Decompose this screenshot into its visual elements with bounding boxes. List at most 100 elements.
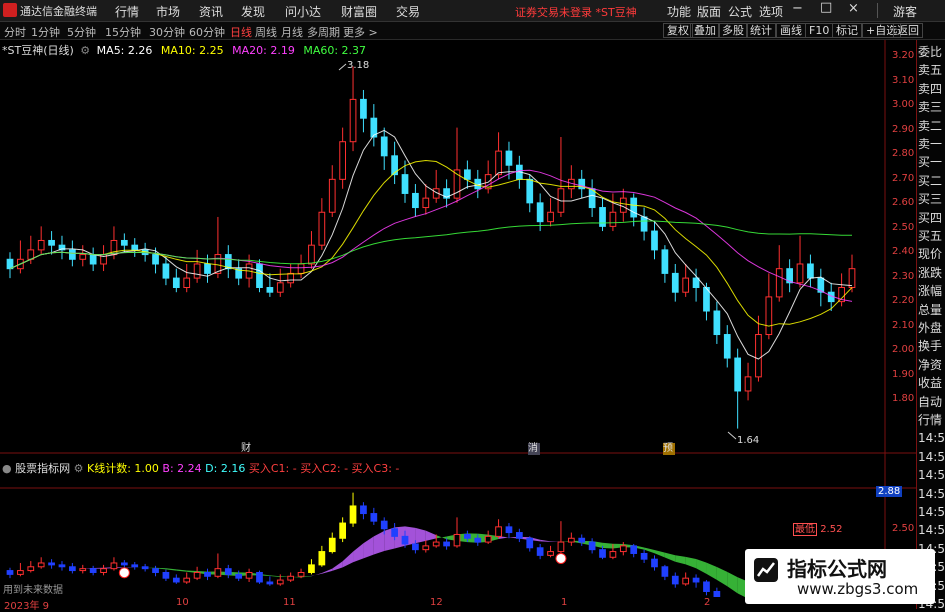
candle-body[interactable] xyxy=(413,193,419,207)
tool-multi-stock[interactable]: 多股 xyxy=(718,23,748,38)
menu-layout[interactable]: 版面 xyxy=(697,3,721,20)
candle-body[interactable] xyxy=(340,142,346,180)
candle-body[interactable] xyxy=(672,273,678,292)
period-weekly[interactable]: 周线 xyxy=(255,24,277,40)
right-panel-item[interactable]: 买五 xyxy=(918,229,945,244)
right-panel-item[interactable]: 14:5 xyxy=(918,505,945,520)
indicator-toggle-icon[interactable]: ● xyxy=(2,462,12,475)
candle-body[interactable] xyxy=(121,240,127,245)
right-panel-item[interactable]: 现价 xyxy=(918,247,945,262)
candle-body[interactable] xyxy=(600,208,606,227)
indicator-gear-icon[interactable]: ⚙ xyxy=(74,462,84,475)
candle-body[interactable] xyxy=(267,288,273,293)
right-panel-item[interactable]: 买四 xyxy=(918,211,945,226)
candle-body[interactable] xyxy=(288,273,294,282)
candle-body[interactable] xyxy=(641,217,647,231)
tool-draw[interactable]: 画线 xyxy=(776,23,806,38)
right-panel-item[interactable]: 收益 xyxy=(918,376,945,391)
menu-discover[interactable]: 发现 xyxy=(241,3,265,20)
marker-news[interactable]: 消 xyxy=(528,443,540,455)
candlestick-chart[interactable]: 3.18 1.64 xyxy=(0,40,916,597)
candle-body[interactable] xyxy=(350,99,356,141)
right-panel-item[interactable]: 买三 xyxy=(918,192,945,207)
right-panel-item[interactable]: 14:5 xyxy=(918,468,945,483)
close-icon[interactable]: × xyxy=(848,1,859,16)
candle-body[interactable] xyxy=(298,264,304,273)
period-multi[interactable]: 多周期 xyxy=(307,24,340,40)
candle-body[interactable] xyxy=(797,264,803,283)
period-monthly[interactable]: 月线 xyxy=(281,24,303,40)
period-1min[interactable]: 1分钟 xyxy=(31,24,60,40)
tool-mark[interactable]: 标记 xyxy=(832,23,862,38)
tool-stats[interactable]: 统计 xyxy=(746,23,776,38)
period-30min[interactable]: 30分钟 xyxy=(149,24,185,40)
candle-body[interactable] xyxy=(714,311,720,335)
right-panel-item[interactable]: 委比 xyxy=(918,45,945,60)
maximize-icon[interactable]: □ xyxy=(820,0,832,15)
candle-body[interactable] xyxy=(745,377,751,391)
menu-trade[interactable]: 交易 xyxy=(396,3,420,20)
candle-body[interactable] xyxy=(620,198,626,212)
right-panel-item[interactable]: 自动 xyxy=(918,395,945,410)
candle-body[interactable] xyxy=(184,278,190,287)
period-more[interactable]: 更多 > xyxy=(343,24,378,40)
candle-body[interactable] xyxy=(610,212,616,226)
candle-body[interactable] xyxy=(631,198,637,217)
right-panel-item[interactable]: 卖三 xyxy=(918,100,945,115)
tool-adjust[interactable]: 复权 xyxy=(663,23,693,38)
menu-wealth[interactable]: 财富圈 xyxy=(341,3,377,20)
menu-quotes[interactable]: 行情 xyxy=(115,3,139,20)
menu-market[interactable]: 市场 xyxy=(156,3,180,20)
candle-body[interactable] xyxy=(173,278,179,287)
tool-overlay[interactable]: 叠加 xyxy=(690,23,720,38)
candle-body[interactable] xyxy=(277,283,283,292)
candle-body[interactable] xyxy=(756,335,762,377)
indicator-title[interactable]: 股票指标网 xyxy=(15,462,70,475)
candle-body[interactable] xyxy=(683,278,689,292)
candle-body[interactable] xyxy=(163,264,169,278)
right-panel-item[interactable]: 卖五 xyxy=(918,63,945,78)
candle-body[interactable] xyxy=(849,269,855,288)
right-panel-item[interactable]: 卖四 xyxy=(918,82,945,97)
candle-body[interactable] xyxy=(537,203,543,222)
candle-body[interactable] xyxy=(319,212,325,245)
right-panel-item[interactable]: 卖一 xyxy=(918,137,945,152)
marker-forecast[interactable]: 预 xyxy=(663,443,675,455)
right-panel-item[interactable]: 总量 xyxy=(918,303,945,318)
candle-body[interactable] xyxy=(309,245,315,264)
right-panel-item[interactable]: 买二 xyxy=(918,174,945,189)
candle-body[interactable] xyxy=(70,250,76,259)
candle-body[interactable] xyxy=(205,264,211,273)
menu-ask[interactable]: 问小达 xyxy=(285,3,321,20)
right-panel-item[interactable]: 涨跌 xyxy=(918,266,945,281)
right-panel-item[interactable]: 外盘 xyxy=(918,321,945,336)
candle-body[interactable] xyxy=(776,269,782,297)
candle-body[interactable] xyxy=(329,179,335,212)
marker-finance[interactable]: 财 xyxy=(241,443,253,455)
candle-body[interactable] xyxy=(423,198,429,207)
right-panel-item[interactable]: 14:5 xyxy=(918,487,945,502)
period-5min[interactable]: 5分钟 xyxy=(67,24,96,40)
right-panel-item[interactable]: 净资 xyxy=(918,358,945,373)
user-guest[interactable]: 游客 xyxy=(893,3,917,20)
menu-news[interactable]: 资讯 xyxy=(199,3,223,20)
right-panel-item[interactable]: 涨幅 xyxy=(918,284,945,299)
candle-body[interactable] xyxy=(496,151,502,175)
minimize-icon[interactable]: − xyxy=(792,1,803,16)
candle-body[interactable] xyxy=(735,358,741,391)
menu-options[interactable]: 选项 xyxy=(759,3,783,20)
candle-body[interactable] xyxy=(257,264,263,288)
candle-body[interactable] xyxy=(652,231,658,250)
right-panel-item[interactable]: 14:5 xyxy=(918,450,945,465)
login-notice[interactable]: 证券交易未登录 *ST豆神 xyxy=(515,4,637,20)
menu-formula[interactable]: 公式 xyxy=(728,3,752,20)
candle-body[interactable] xyxy=(724,335,730,359)
period-15min[interactable]: 15分钟 xyxy=(105,24,141,40)
candle-body[interactable] xyxy=(506,151,512,165)
tool-back[interactable]: 返回 xyxy=(893,23,923,38)
candle-body[interactable] xyxy=(80,255,86,260)
period-daily[interactable]: 日线 xyxy=(230,24,252,40)
right-panel-item[interactable]: 换手 xyxy=(918,339,945,354)
candle-body[interactable] xyxy=(548,212,554,221)
candle-body[interactable] xyxy=(90,255,96,264)
